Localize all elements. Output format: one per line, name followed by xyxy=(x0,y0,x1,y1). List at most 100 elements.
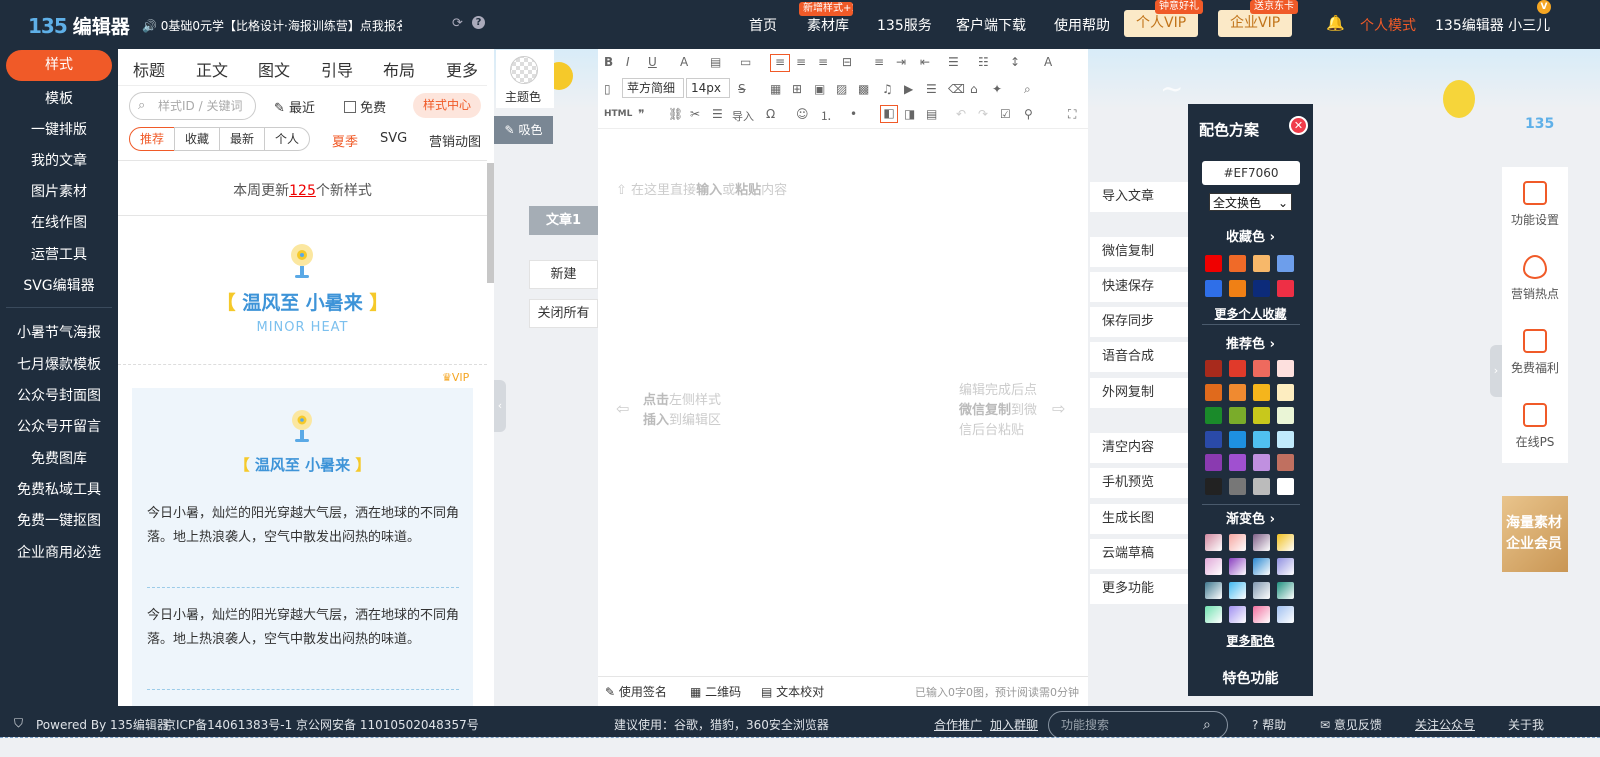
eraser-icon[interactable]: ⌫ xyxy=(948,82,965,96)
left-nav-promo-1[interactable]: 小暑节气海报 xyxy=(0,322,118,342)
color-swatch[interactable] xyxy=(1205,477,1222,495)
left-nav-promo-3[interactable]: 公众号封面图 xyxy=(0,385,118,405)
collapse-panel-handle[interactable]: ‹ xyxy=(494,380,506,432)
color-swatch[interactable] xyxy=(1277,383,1294,401)
gradient-swatch[interactable] xyxy=(1277,582,1294,599)
qrcode-button[interactable]: ▦ 二维码 xyxy=(690,683,741,700)
float-left-icon[interactable]: ◧ xyxy=(880,105,898,123)
quote-icon[interactable]: ❞ xyxy=(638,107,644,121)
color-swatch[interactable] xyxy=(1253,454,1270,471)
underline-icon[interactable]: U xyxy=(648,55,657,69)
left-nav-promo-2[interactable]: 七月爆款模板 xyxy=(0,354,118,374)
left-nav-svg-editor[interactable]: SVG编辑器 xyxy=(0,275,118,295)
color-swatch[interactable] xyxy=(1205,383,1222,401)
favorite-colors-heading[interactable]: 收藏色 › xyxy=(1188,226,1313,245)
feedback-link[interactable]: ✉ 意见反馈 xyxy=(1320,716,1382,733)
style-center-button[interactable]: 样式中心 xyxy=(413,93,481,118)
checklist-icon[interactable]: ☑ xyxy=(1000,107,1011,121)
color-swatch[interactable] xyxy=(1229,360,1246,377)
special-features-heading[interactable]: 特色功能 xyxy=(1188,668,1313,688)
filter-marketing-gif[interactable]: 营销动图 xyxy=(429,131,481,150)
follow-account-link[interactable]: 关注公众号 xyxy=(1415,716,1475,733)
unordered-list-icon[interactable]: • xyxy=(850,107,857,121)
clear-format-icon[interactable]: ⌂ xyxy=(970,82,978,96)
link-icon[interactable]: ⛓ xyxy=(668,107,683,121)
gradient-swatch[interactable] xyxy=(1205,534,1222,551)
color-swatch[interactable] xyxy=(1229,383,1246,401)
left-nav-promo-8[interactable]: 企业商用必选 xyxy=(0,542,118,562)
float-right-icon[interactable]: ◨ xyxy=(904,107,915,121)
line-height-icon[interactable]: ↕ xyxy=(1010,55,1020,69)
left-nav-images[interactable]: 图片素材 xyxy=(0,181,118,201)
pick-color-button[interactable]: ✎ 吸色 xyxy=(494,116,553,144)
user-name[interactable]: 135编辑器 小三儿 xyxy=(1435,15,1550,35)
divider-icon[interactable]: ☰ xyxy=(926,82,937,96)
color-swatch[interactable] xyxy=(1277,477,1294,495)
import-icon[interactable]: ☰ xyxy=(712,107,723,121)
tab-image-text[interactable]: 图文 xyxy=(258,57,290,81)
emoji-icon[interactable]: ☺ xyxy=(796,107,809,121)
color-swatch[interactable] xyxy=(1229,454,1246,471)
function-search-input[interactable]: 功能搜索 ⌕ xyxy=(1048,711,1228,739)
external-copy-button[interactable]: 外网复制 xyxy=(1090,378,1188,408)
redo-icon[interactable]: ↷ xyxy=(978,107,988,121)
gradient-swatch[interactable] xyxy=(1253,534,1270,551)
long-image-button[interactable]: 生成长图 xyxy=(1090,504,1188,534)
gradient-swatch[interactable] xyxy=(1205,606,1222,623)
font-size-select[interactable]: 14px xyxy=(686,78,730,98)
gradient-swatch[interactable] xyxy=(1229,582,1246,599)
editor-area[interactable]: ⇧ 在这里直接输入或粘贴内容 ⇦ 点击左侧样式 插入到编辑区 编辑完成后点 微信… xyxy=(598,129,1088,676)
gradient-swatch[interactable] xyxy=(1253,582,1270,599)
online-ps-tool[interactable]: 在线PS xyxy=(1502,403,1568,450)
left-nav-templates[interactable]: 模板 xyxy=(0,88,118,108)
align-center-icon[interactable]: ≡ xyxy=(796,55,806,69)
gradient-swatch[interactable] xyxy=(1229,558,1246,575)
save-sync-button[interactable]: 保存同步 xyxy=(1090,307,1188,337)
color-swatch[interactable] xyxy=(1277,454,1294,471)
more-functions-button[interactable]: 更多功能 xyxy=(1090,574,1188,604)
font-size-adjust-icon[interactable]: A xyxy=(1044,55,1052,69)
single-image-icon[interactable]: ▣ xyxy=(814,82,825,96)
mobile-preview-button[interactable]: 手机预览 xyxy=(1090,468,1188,498)
expand-right-handle[interactable]: › xyxy=(1490,345,1502,397)
color-swatch[interactable] xyxy=(1277,360,1294,377)
icp-text[interactable]: 京ICP备14061383号-1 京公网安备 11010502048357号 xyxy=(164,716,479,733)
color-swatch[interactable] xyxy=(1253,280,1270,297)
135-logo-icon[interactable]: 135 xyxy=(1525,116,1557,144)
gradient-swatch[interactable] xyxy=(1277,606,1294,623)
nav-services[interactable]: 135服务 xyxy=(877,15,932,35)
nav-materials[interactable]: 素材库 xyxy=(807,15,849,35)
notice-marquee[interactable]: 🔊 0基础0元学【比格设计·海报训练营】点我报名 xyxy=(142,17,402,34)
color-swatch[interactable] xyxy=(1277,255,1294,272)
font-color-icon[interactable]: A xyxy=(680,55,688,69)
multi-image-icon[interactable]: ▩ xyxy=(858,82,869,96)
signature-button[interactable]: ✎ 使用签名 xyxy=(605,683,667,700)
chip-favorites[interactable]: 收藏 xyxy=(174,127,220,151)
gradient-swatch[interactable] xyxy=(1253,606,1270,623)
style-card[interactable]: 【 温风至 小暑来 】 MINOR HEAT xyxy=(118,216,487,364)
gradient-swatch[interactable] xyxy=(1229,534,1246,551)
proofread-button[interactable]: ▤ 文本校对 xyxy=(761,683,824,700)
color-swatch[interactable] xyxy=(1205,454,1222,471)
color-swatch[interactable] xyxy=(1277,407,1294,424)
fullscreen-icon[interactable]: ⛶ xyxy=(1068,107,1076,122)
letter-spacing-icon[interactable]: ☷ xyxy=(978,55,989,69)
color-swatch[interactable] xyxy=(1205,360,1222,377)
bold-icon[interactable]: B xyxy=(604,55,613,69)
recommended-colors-heading[interactable]: 推荐色 › xyxy=(1188,333,1313,352)
justify-icon[interactable]: ≡ xyxy=(874,55,884,69)
new-article-button[interactable]: 新建 xyxy=(529,260,598,289)
import-menu[interactable]: 导入 xyxy=(732,108,754,124)
personal-vip-button[interactable]: 个人VIP xyxy=(1124,10,1199,37)
paragraph-spacing-icon[interactable]: ☰ xyxy=(948,55,959,69)
html-source-button[interactable]: HTML xyxy=(604,109,632,119)
color-swatch[interactable] xyxy=(1277,430,1294,448)
wechat-copy-button[interactable]: 微信复制 xyxy=(1090,237,1188,267)
color-swatch[interactable] xyxy=(1253,477,1270,495)
color-swatch[interactable] xyxy=(1205,430,1222,448)
gradient-swatch[interactable] xyxy=(1253,558,1270,575)
article-tab-1[interactable]: 文章1 xyxy=(529,206,598,235)
gradient-swatch[interactable] xyxy=(1277,534,1294,551)
gradient-swatch[interactable] xyxy=(1205,558,1222,575)
style-card-vip[interactable]: 【 温风至 小暑来 】 今日小暑，灿烂的阳光穿越大气层，洒在地球的不同角落。地上… xyxy=(132,388,473,706)
